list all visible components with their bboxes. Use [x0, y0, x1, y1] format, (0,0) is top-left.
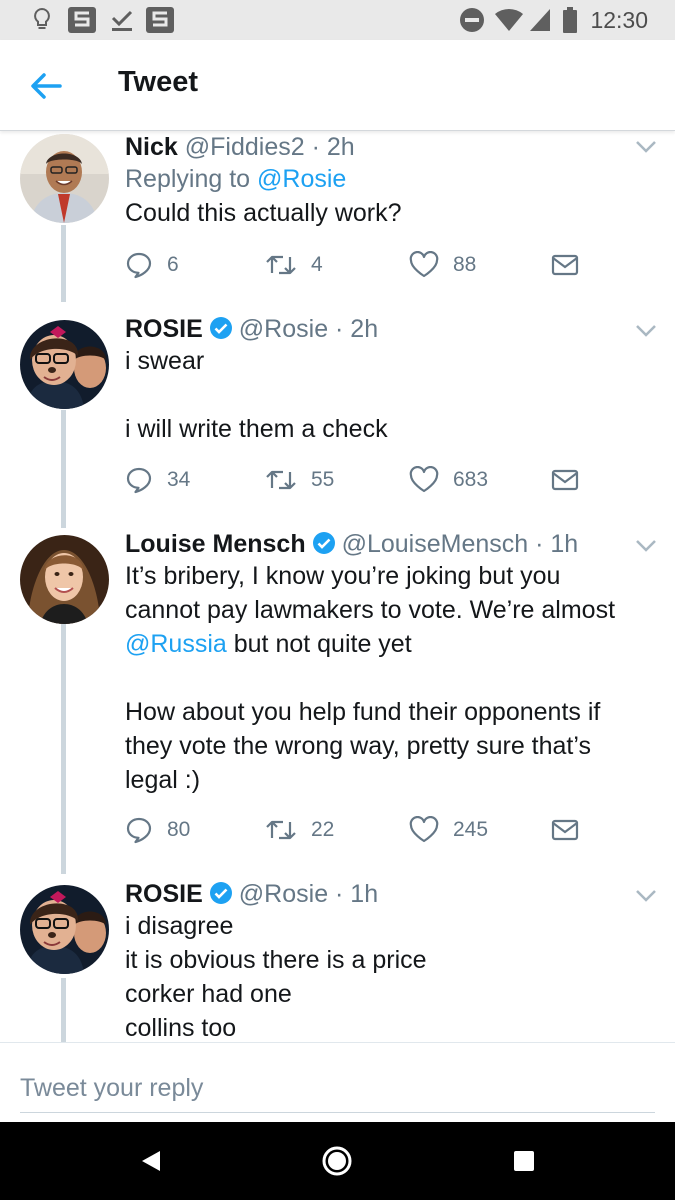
tweet[interactable]: ROSIE @Rosie · 1h i disagree it is obviou… — [0, 877, 675, 1042]
tweet-header: ROSIE @Rosie · 2h — [125, 314, 635, 344]
envelope-icon — [551, 253, 579, 277]
retweet-count: 55 — [311, 468, 335, 491]
avatar[interactable] — [20, 885, 109, 974]
retweet-button[interactable]: 22 — [265, 815, 334, 845]
cell-signal-icon — [528, 6, 552, 34]
back-arrow-icon[interactable] — [28, 68, 64, 104]
retweet-count: 22 — [311, 818, 335, 841]
reply-icon — [125, 816, 153, 844]
verified-badge-icon — [209, 316, 233, 340]
tweet-reply-input[interactable] — [20, 1065, 655, 1113]
tweet-body: ROSIE @Rosie · 1h i disagree it is obviou… — [125, 879, 635, 1042]
like-count: 683 — [453, 468, 489, 491]
reply-bar — [0, 1042, 675, 1122]
replying-to-label: Replying to — [125, 165, 258, 193]
author-handle: @Rosie · 1h — [238, 880, 379, 908]
do-not-disturb-icon — [458, 6, 486, 34]
reply-count: 6 — [167, 253, 179, 276]
like-count: 245 — [453, 818, 489, 841]
nav-back-icon[interactable] — [134, 1144, 168, 1178]
author-handle: @LouiseMensch · 1h — [341, 530, 579, 558]
tweet-actions: 34 55 683 — [125, 465, 595, 495]
page-title: Tweet — [118, 66, 199, 98]
tweet-header: Louise Mensch @LouiseMensch · 1h — [125, 529, 635, 559]
tweet[interactable]: Nick @Fiddies2 · 2h Replying to @Rosie C… — [0, 132, 675, 312]
reply-icon — [125, 466, 153, 494]
verified-badge-icon — [312, 531, 336, 555]
tweet-text: Could this actually work? — [125, 199, 402, 227]
avatar[interactable] — [20, 134, 109, 223]
nav-recents-icon[interactable] — [507, 1144, 541, 1178]
tweet-text-part: It’s bribery, I know you’re joking but y… — [125, 562, 616, 624]
direct-message-button[interactable] — [551, 815, 579, 845]
status-clock: 12:30 — [590, 7, 648, 33]
system-nav-bar — [0, 1122, 675, 1200]
direct-message-button[interactable] — [551, 250, 579, 280]
tweet[interactable]: Louise Mensch @LouiseMensch · 1h It’s bri… — [0, 527, 675, 882]
tweet[interactable]: ROSIE @Rosie · 2h i swear i will write th… — [0, 312, 675, 527]
tweet-feed: Nick @Fiddies2 · 2h Replying to @Rosie C… — [0, 132, 675, 1042]
wifi-icon — [494, 6, 524, 34]
lightbulb-icon — [30, 6, 54, 34]
heart-icon — [409, 251, 439, 279]
reply-count: 80 — [167, 818, 191, 841]
retweet-count: 4 — [311, 253, 323, 276]
tweet-text: It’s bribery, I know you’re joking but y… — [125, 559, 635, 797]
like-count: 88 — [453, 253, 477, 276]
tweet-text: i disagree it is obvious there is a pric… — [125, 912, 427, 1042]
tweet-header: ROSIE @Rosie · 1h — [125, 879, 635, 909]
tweet-body: Louise Mensch @LouiseMensch · 1h It’s bri… — [125, 529, 635, 797]
reply-button[interactable]: 80 — [125, 815, 190, 845]
retweet-icon — [265, 251, 297, 279]
chevron-down-icon[interactable] — [635, 140, 657, 154]
app-s-icon — [144, 6, 176, 34]
reply-count: 34 — [167, 468, 191, 491]
retweet-icon — [265, 466, 297, 494]
retweet-button[interactable]: 55 — [265, 465, 334, 495]
mention-link[interactable]: @Russia — [125, 630, 227, 658]
replying-to: Replying to @Rosie — [125, 162, 635, 196]
heart-icon — [409, 816, 439, 844]
reply-button[interactable]: 34 — [125, 465, 190, 495]
avatar[interactable] — [20, 320, 109, 409]
chevron-down-icon[interactable] — [635, 324, 657, 338]
reply-button[interactable]: 6 — [125, 250, 179, 280]
tweet-body: ROSIE @Rosie · 2h i swear i will write th… — [125, 314, 635, 446]
verified-badge-icon — [209, 881, 233, 905]
like-button[interactable]: 683 — [409, 465, 488, 495]
envelope-icon — [551, 818, 579, 842]
direct-message-button[interactable] — [551, 465, 579, 495]
author-handle: @Fiddies2 · 2h — [184, 133, 355, 161]
nav-home-icon[interactable] — [320, 1144, 354, 1178]
tweet-text: i swear i will write them a check — [125, 347, 388, 443]
envelope-icon — [551, 468, 579, 492]
tweet-actions: 6 4 88 — [125, 250, 595, 280]
app-bar: Tweet — [0, 40, 675, 131]
status-bar: 12:30 — [0, 0, 675, 40]
like-button[interactable]: 88 — [409, 250, 476, 280]
reply-icon — [125, 251, 153, 279]
author-name[interactable]: Nick — [125, 133, 178, 161]
chevron-down-icon[interactable] — [635, 889, 657, 903]
tweet-header: Nick @Fiddies2 · 2h — [125, 132, 635, 162]
like-button[interactable]: 245 — [409, 815, 488, 845]
author-handle: @Rosie · 2h — [238, 315, 379, 343]
tweet-body: Nick @Fiddies2 · 2h Replying to @Rosie C… — [125, 132, 635, 230]
heart-icon — [409, 466, 439, 494]
battery-icon — [562, 6, 578, 34]
author-name[interactable]: ROSIE — [125, 880, 203, 908]
chevron-down-icon[interactable] — [635, 539, 657, 553]
author-name[interactable]: Louise Mensch — [125, 530, 306, 558]
avatar[interactable] — [20, 535, 109, 624]
author-name[interactable]: ROSIE — [125, 315, 203, 343]
retweet-button[interactable]: 4 — [265, 250, 323, 280]
app-s-icon — [66, 6, 98, 34]
retweet-icon — [265, 816, 297, 844]
checkmark-download-icon — [108, 6, 136, 34]
mention-link[interactable]: @Rosie — [257, 165, 346, 193]
tweet-actions: 80 22 245 — [125, 815, 595, 845]
